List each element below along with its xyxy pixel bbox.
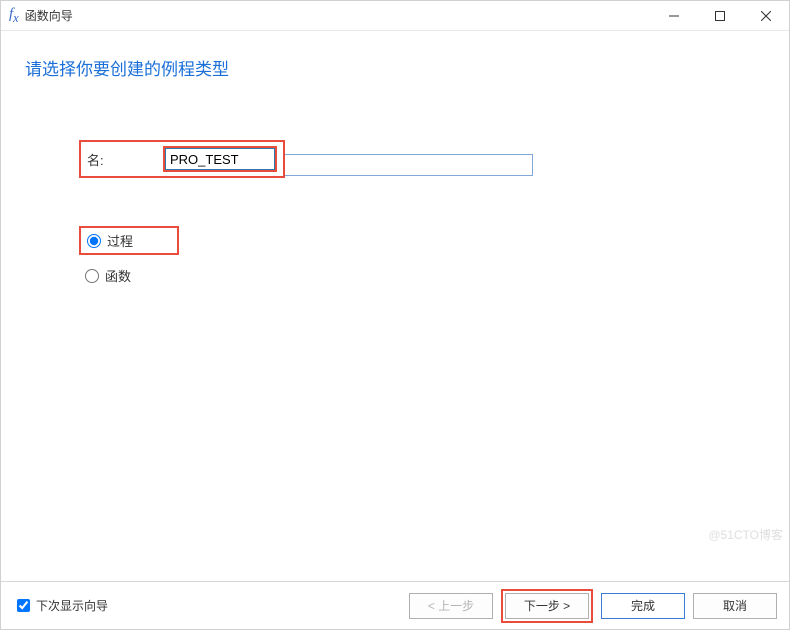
form-area: 名: 过程 函数	[25, 140, 765, 288]
prev-button: < 上一步	[409, 593, 493, 619]
show-next-time-wrap[interactable]: 下次显示向导	[17, 597, 108, 614]
show-next-time-label: 下次显示向导	[36, 597, 108, 614]
radio-procedure[interactable]	[87, 234, 101, 248]
close-button[interactable]	[743, 1, 789, 31]
radio-row-procedure[interactable]: 过程	[79, 226, 179, 255]
finish-button[interactable]: 完成	[601, 593, 685, 619]
content-area: 请选择你要创建的例程类型 名: 过程 函数	[1, 31, 789, 581]
radio-procedure-label: 过程	[107, 231, 133, 250]
maximize-button[interactable]	[697, 1, 743, 31]
fx-icon: fx	[9, 6, 19, 26]
next-button-highlight: 下一步 >	[501, 589, 593, 623]
radio-row-function[interactable]: 函数	[79, 263, 179, 288]
name-label: 名:	[87, 150, 163, 169]
minimize-button[interactable]	[651, 1, 697, 31]
titlebar: fx 函数向导	[1, 1, 789, 31]
name-row: 名:	[79, 140, 285, 178]
name-input-highlight	[163, 146, 277, 172]
window-title: 函数向导	[25, 7, 73, 24]
name-input[interactable]	[165, 148, 275, 170]
routine-type-group: 过程 函数	[79, 226, 765, 288]
radio-function[interactable]	[85, 269, 99, 283]
show-next-time-checkbox[interactable]	[17, 599, 30, 612]
watermark: @51CTO博客	[708, 526, 783, 543]
footer: 下次显示向导 < 上一步 下一步 > 完成 取消	[1, 581, 789, 629]
name-input-extension[interactable]	[285, 154, 533, 176]
next-button[interactable]: 下一步 >	[505, 593, 589, 619]
page-heading: 请选择你要创建的例程类型	[25, 55, 765, 80]
cancel-button[interactable]: 取消	[693, 593, 777, 619]
wizard-window: fx 函数向导 请选择你要创建的例程类型 名:	[0, 0, 790, 630]
radio-function-label: 函数	[105, 266, 131, 285]
